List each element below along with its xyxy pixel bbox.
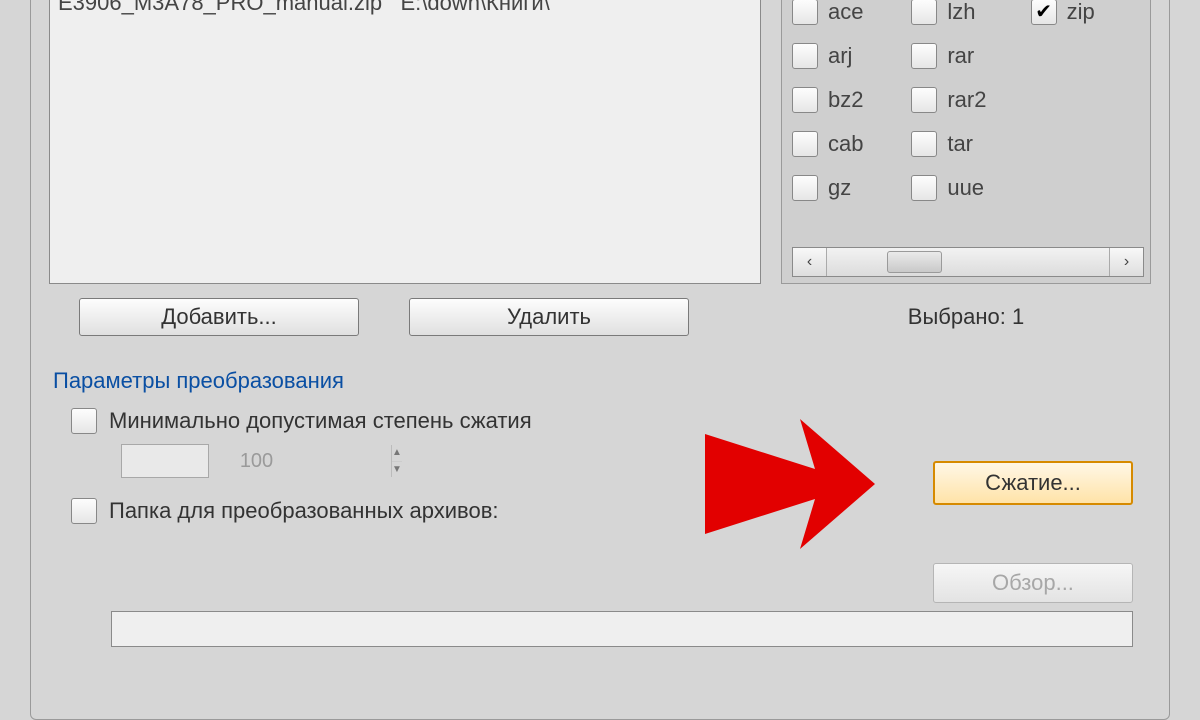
file-entry-name[interactable]: E3906_M3A78_PRO_manual.zip: [58, 0, 382, 15]
format-item-empty: [1031, 122, 1144, 166]
format-checkbox-bz2[interactable]: [792, 87, 818, 113]
min-ratio-checkbox[interactable]: [71, 408, 97, 434]
format-label: rar2: [947, 87, 986, 113]
add-button[interactable]: Добавить...: [79, 298, 359, 336]
format-label: lzh: [947, 0, 975, 25]
min-ratio-input: [122, 445, 391, 477]
spinner-arrows: ▲ ▼: [391, 445, 402, 477]
format-checkbox-gz[interactable]: [792, 175, 818, 201]
top-row: E3906_M3A78_PRO_manual.zip E:\down\Книги…: [49, 0, 1151, 284]
output-folder-checkbox[interactable]: [71, 498, 97, 524]
format-checkbox-rar2[interactable]: [911, 87, 937, 113]
format-checkbox-arj[interactable]: [792, 43, 818, 69]
format-checkbox-zip[interactable]: [1031, 0, 1057, 25]
format-checkbox-lzh[interactable]: [911, 0, 937, 25]
parameters-section-title: Параметры преобразования: [53, 368, 1151, 394]
format-label: arj: [828, 43, 852, 69]
format-item-empty: [1031, 166, 1144, 210]
format-item-lzh[interactable]: lzh: [911, 0, 1024, 34]
scroll-thumb[interactable]: [887, 251, 942, 273]
format-item-empty: [1031, 78, 1144, 122]
output-path-field[interactable]: [111, 611, 1133, 647]
format-checkbox-tar[interactable]: [911, 131, 937, 157]
mid-row: Добавить... Удалить Выбрано: 1: [49, 298, 1151, 336]
min-ratio-label: Минимально допустимая степень сжатия: [109, 408, 532, 434]
format-label: gz: [828, 175, 851, 201]
format-item-bz2[interactable]: bz2: [792, 78, 905, 122]
format-checkbox-ace[interactable]: [792, 0, 818, 25]
format-checkbox-cab[interactable]: [792, 131, 818, 157]
format-label: bz2: [828, 87, 863, 113]
file-list-panel[interactable]: E3906_M3A78_PRO_manual.zip E:\down\Книги…: [49, 0, 761, 284]
format-label: ace: [828, 0, 863, 25]
delete-button[interactable]: Удалить: [409, 298, 689, 336]
format-item-cab[interactable]: cab: [792, 122, 905, 166]
selected-count-label: Выбрано: 1: [781, 304, 1151, 330]
format-checkbox-uue[interactable]: [911, 175, 937, 201]
format-item-rar[interactable]: rar: [911, 34, 1024, 78]
scroll-left-button[interactable]: ‹: [793, 248, 827, 276]
compress-button[interactable]: Сжатие...: [933, 461, 1133, 505]
format-item-gz[interactable]: gz: [792, 166, 905, 210]
format-item-ace[interactable]: ace: [792, 0, 905, 34]
format-item-rar2[interactable]: rar2: [911, 78, 1024, 122]
format-horizontal-scrollbar[interactable]: ‹ ›: [792, 247, 1144, 277]
format-item-empty: [1031, 34, 1144, 78]
format-checkbox-rar[interactable]: [911, 43, 937, 69]
spinner-down-icon: ▼: [392, 462, 402, 478]
format-item-arj[interactable]: arj: [792, 34, 905, 78]
spinner-up-icon: ▲: [392, 445, 402, 462]
format-item-tar[interactable]: tar: [911, 122, 1024, 166]
format-item-zip[interactable]: zip: [1031, 0, 1144, 34]
format-grid: ace lzh zip arj rar bz2 rar2 cab tar gz uue: [792, 0, 1144, 243]
browse-button: Обзор...: [933, 563, 1133, 603]
format-label: uue: [947, 175, 984, 201]
min-ratio-spinner: ▲ ▼: [121, 444, 209, 478]
format-item-uue[interactable]: uue: [911, 166, 1024, 210]
min-ratio-row: Минимально допустимая степень сжатия: [71, 408, 1151, 434]
output-folder-label: Папка для преобразованных архивов:: [109, 498, 499, 524]
format-label: zip: [1067, 0, 1095, 25]
scroll-right-button[interactable]: ›: [1109, 248, 1143, 276]
format-label: cab: [828, 131, 863, 157]
scroll-track[interactable]: [827, 248, 1109, 276]
format-label: rar: [947, 43, 974, 69]
format-label: tar: [947, 131, 973, 157]
dialog-frame: E3906_M3A78_PRO_manual.zip E:\down\Книги…: [30, 0, 1170, 720]
file-entry-path: E:\down\Книги\: [400, 0, 549, 15]
format-panel: ace lzh zip arj rar bz2 rar2 cab tar gz uue ‹ ›: [781, 0, 1151, 284]
